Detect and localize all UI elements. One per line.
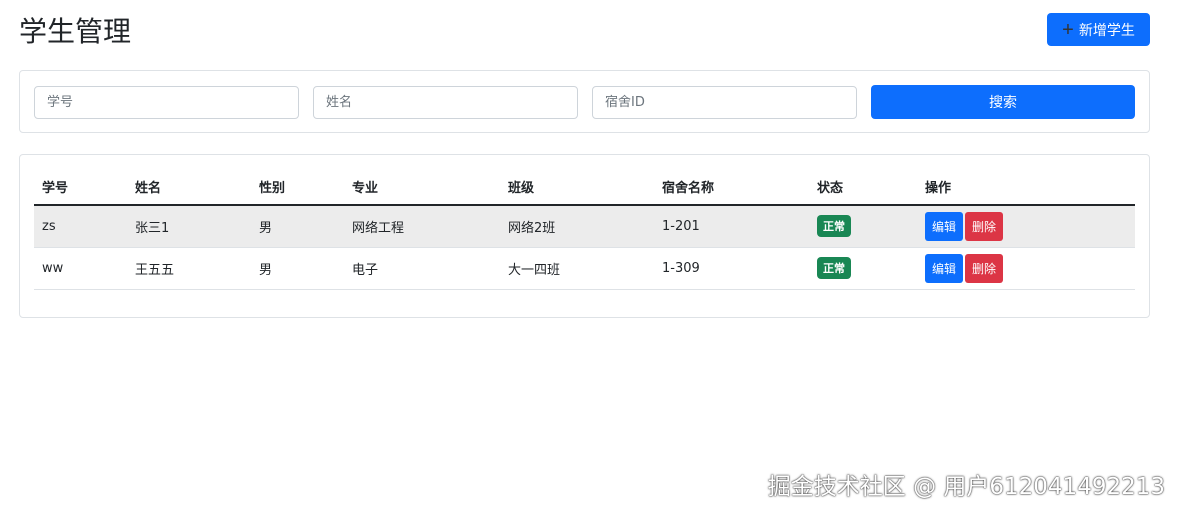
plus-icon: +	[1062, 18, 1074, 41]
edit-button[interactable]: 编辑	[925, 211, 964, 241]
status-badge: 正常	[817, 257, 851, 279]
search-button[interactable]: 搜索	[871, 85, 1135, 119]
header-dorm: 宿舍名称	[654, 169, 809, 206]
header-status: 状态	[809, 169, 917, 206]
header-student-id: 学号	[34, 169, 127, 206]
header-class: 班级	[500, 169, 654, 206]
status-badge: 正常	[817, 215, 851, 238]
cell-dorm: 1-309	[654, 247, 809, 290]
delete-button[interactable]: 删除	[965, 253, 1004, 283]
cell-major: 电子	[344, 247, 500, 290]
cell-dorm: 1-201	[654, 205, 809, 248]
cell-name: 王五五	[127, 247, 251, 290]
cell-major: 网络工程	[344, 205, 500, 248]
edit-button[interactable]: 编辑	[925, 253, 964, 283]
table-row: ww 王五五 男 电子 大一四班 1-309 正常 编辑 删除	[34, 247, 1135, 290]
dorm-id-input[interactable]	[592, 86, 857, 119]
name-input[interactable]	[313, 86, 578, 119]
add-student-button[interactable]: + 新增学生	[1047, 13, 1150, 46]
cell-actions: 编辑 删除	[917, 247, 1135, 290]
page-title: 学生管理	[19, 15, 132, 48]
header-major: 专业	[344, 169, 500, 206]
cell-class: 大一四班	[500, 247, 654, 290]
cell-class: 网络2班	[500, 205, 654, 248]
cell-id: zs	[34, 205, 127, 248]
header-actions: 操作	[917, 169, 1135, 206]
search-panel: 搜索	[19, 70, 1150, 133]
cell-gender: 男	[251, 205, 344, 248]
add-student-label: 新增学生	[1078, 21, 1135, 38]
cell-actions: 编辑 删除	[917, 205, 1135, 248]
cell-name: 张三1	[127, 205, 251, 248]
table-row: zs 张三1 男 网络工程 网络2班 1-201 正常 编辑 删除	[34, 205, 1135, 248]
cell-status: 正常	[809, 247, 917, 290]
student-table: 学号 姓名 性别 专业 班级 宿舍名称 状态 操作 zs 张三1 男 网络工程 …	[34, 169, 1135, 290]
cell-id: ww	[34, 247, 127, 290]
watermark: 掘金技术社区 @ 用户612041492213	[767, 474, 1165, 500]
delete-button[interactable]: 删除	[965, 211, 1004, 241]
student-table-panel: 学号 姓名 性别 专业 班级 宿舍名称 状态 操作 zs 张三1 男 网络工程 …	[19, 154, 1150, 318]
header-gender: 性别	[251, 169, 344, 206]
student-id-input[interactable]	[34, 86, 299, 119]
header-name: 姓名	[127, 169, 251, 206]
cell-status: 正常	[809, 205, 917, 248]
cell-gender: 男	[251, 247, 344, 290]
